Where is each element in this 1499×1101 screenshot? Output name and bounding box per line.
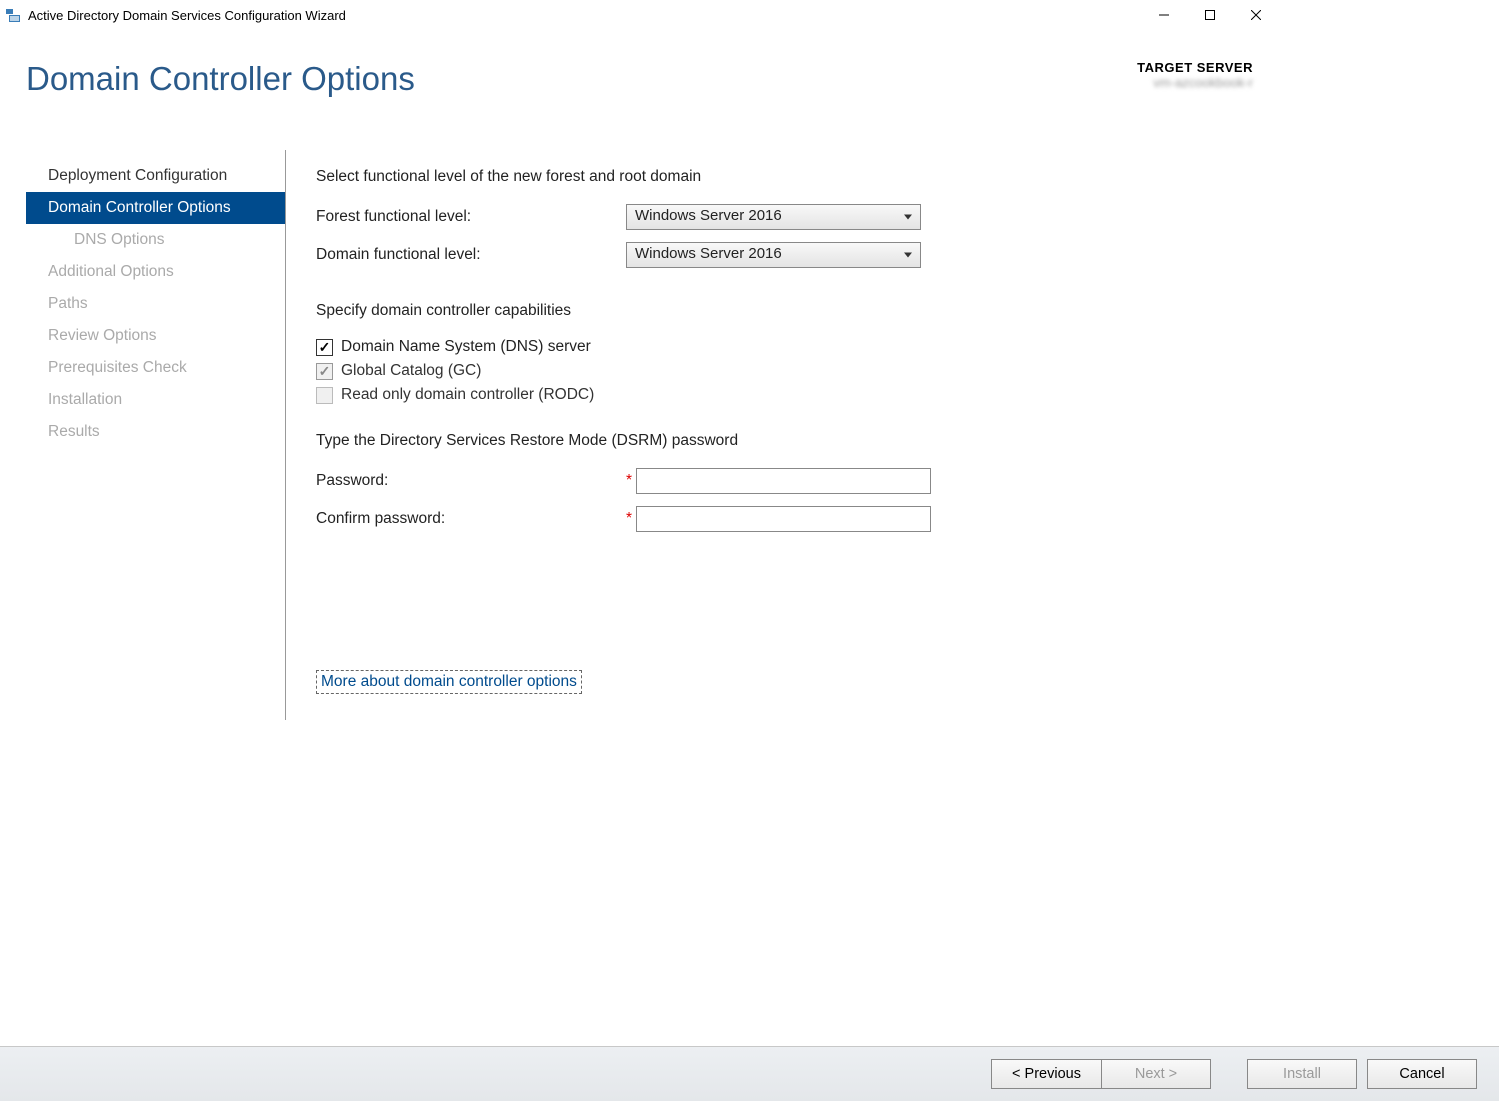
dns-server-checkbox[interactable] <box>316 339 333 356</box>
step-domain-controller-options[interactable]: Domain Controller Options <box>26 192 285 224</box>
domain-functional-level-dropdown[interactable]: Windows Server 2016 <box>626 242 921 268</box>
step-prerequisites-check[interactable]: Prerequisites Check <box>26 352 285 384</box>
titlebar: Active Directory Domain Services Configu… <box>0 0 1279 30</box>
app-icon <box>6 7 22 23</box>
rodc-checkbox-label: Read only domain controller (RODC) <box>341 386 594 404</box>
capabilities-heading: Specify domain controller capabilities <box>316 302 1253 320</box>
step-dns-options[interactable]: DNS Options <box>26 224 285 256</box>
confirm-password-label: Confirm password: <box>316 510 626 528</box>
forest-functional-level-dropdown[interactable]: Windows Server 2016 <box>626 204 921 230</box>
previous-button[interactable]: < Previous <box>991 1059 1101 1089</box>
required-asterisk-icon: * <box>626 472 632 490</box>
domain-functional-level-label: Domain functional level: <box>316 246 626 264</box>
target-server-box: TARGET SERVER vm-azcookbook-r <box>1137 60 1253 90</box>
close-button[interactable] <box>1233 0 1279 30</box>
minimize-button[interactable] <box>1141 0 1187 30</box>
next-button[interactable]: Next > <box>1101 1059 1211 1089</box>
step-results[interactable]: Results <box>26 416 285 448</box>
wizard-content: Select functional level of the new fores… <box>286 150 1253 720</box>
required-asterisk-icon: * <box>626 510 632 528</box>
password-label: Password: <box>316 472 626 490</box>
step-review-options[interactable]: Review Options <box>26 320 285 352</box>
maximize-button[interactable] <box>1187 0 1233 30</box>
global-catalog-checkbox <box>316 363 333 380</box>
wizard-steps-sidebar: Deployment Configuration Domain Controll… <box>26 150 286 720</box>
confirm-password-input[interactable] <box>636 506 931 532</box>
page-title: Domain Controller Options <box>26 60 415 98</box>
step-additional-options[interactable]: Additional Options <box>26 256 285 288</box>
dsrm-heading: Type the Directory Services Restore Mode… <box>316 432 1253 450</box>
rodc-checkbox <box>316 387 333 404</box>
password-input[interactable] <box>636 468 931 494</box>
step-installation[interactable]: Installation <box>26 384 285 416</box>
cancel-button[interactable]: Cancel <box>1367 1059 1477 1089</box>
dns-server-checkbox-label: Domain Name System (DNS) server <box>341 338 591 356</box>
global-catalog-checkbox-label: Global Catalog (GC) <box>341 362 481 380</box>
step-paths[interactable]: Paths <box>26 288 285 320</box>
install-button[interactable]: Install <box>1247 1059 1357 1089</box>
functional-level-heading: Select functional level of the new fores… <box>316 168 1253 186</box>
more-about-link[interactable]: More about domain controller options <box>316 670 582 694</box>
target-server-value: vm-azcookbook-r <box>1137 75 1253 90</box>
forest-functional-level-label: Forest functional level: <box>316 208 626 226</box>
window-title: Active Directory Domain Services Configu… <box>28 8 1141 23</box>
step-deployment-configuration[interactable]: Deployment Configuration <box>26 160 285 192</box>
target-server-label: TARGET SERVER <box>1137 60 1253 75</box>
wizard-footer: < Previous Next > Install Cancel <box>0 1046 1499 1101</box>
